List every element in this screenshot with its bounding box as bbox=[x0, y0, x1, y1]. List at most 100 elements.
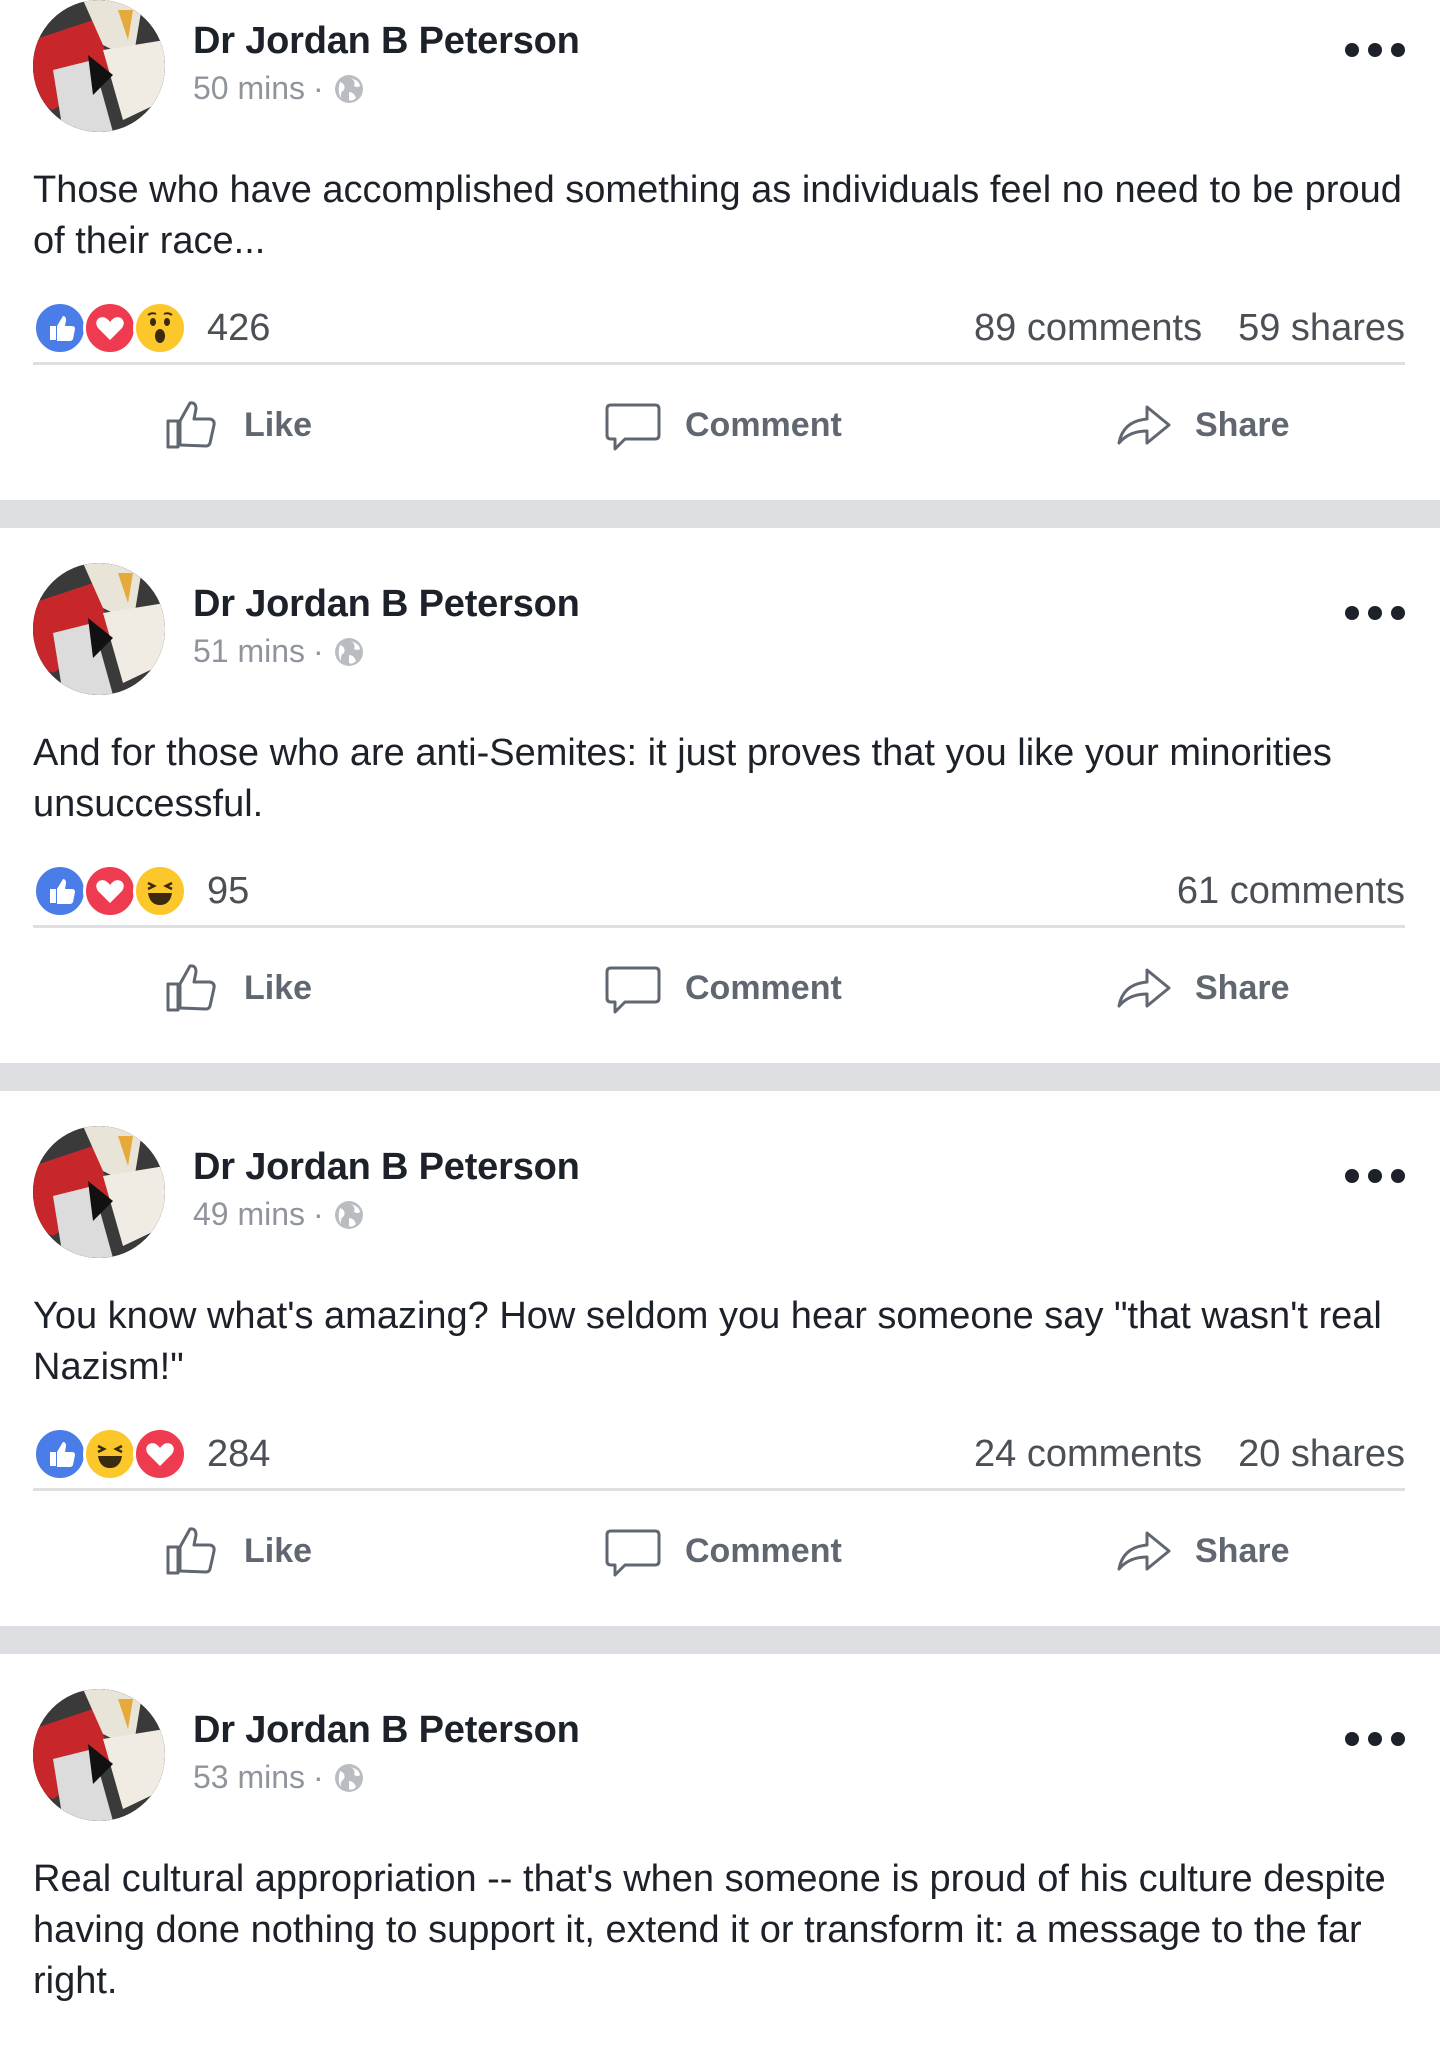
share-label: Share bbox=[1195, 968, 1290, 1007]
globe-icon bbox=[334, 637, 363, 666]
more-options-icon[interactable] bbox=[1345, 30, 1405, 70]
comments-count[interactable]: 24 comments bbox=[974, 1433, 1202, 1476]
post-text: And for those who are anti-Semites: it j… bbox=[33, 732, 1332, 825]
share-label: Share bbox=[1195, 1531, 1290, 1570]
author-name[interactable]: Dr Jordan B Peterson bbox=[193, 1709, 580, 1752]
globe-icon bbox=[334, 74, 363, 103]
post-separator bbox=[0, 1063, 1440, 1091]
comment-button[interactable]: Comment bbox=[603, 1496, 842, 1606]
post: Dr Jordan B Peterson 53 mins · Real cult… bbox=[0, 1654, 1440, 2047]
post-meta: 50 mins · bbox=[193, 70, 366, 107]
post-time[interactable]: 53 mins bbox=[193, 1759, 305, 1796]
avatar[interactable] bbox=[33, 1689, 165, 1821]
share-icon bbox=[1117, 968, 1171, 1008]
post-text: You know what's amazing? How seldom you … bbox=[33, 1295, 1382, 1388]
post-text: Those who have accomplished something as… bbox=[33, 169, 1402, 262]
post-header: Dr Jordan B Peterson 53 mins · bbox=[33, 1689, 1413, 1824]
thumbs-up-icon bbox=[166, 964, 216, 1012]
comment-icon bbox=[605, 1529, 661, 1577]
avatar-image bbox=[33, 0, 165, 132]
more-options-icon[interactable] bbox=[1345, 1156, 1405, 1196]
post-separator bbox=[0, 1626, 1440, 1654]
post: Dr Jordan B Peterson 50 mins · Those who… bbox=[0, 0, 1440, 500]
post-separator bbox=[0, 500, 1440, 528]
post: Dr Jordan B Peterson 49 mins · You know … bbox=[0, 1091, 1440, 1626]
meta-separator: · bbox=[313, 633, 324, 669]
comments-count[interactable]: 89 comments bbox=[974, 307, 1202, 350]
globe-icon bbox=[334, 1763, 363, 1792]
love-reaction-icon bbox=[133, 1427, 187, 1481]
post-stats: 426 89 comments 59 shares bbox=[33, 298, 1405, 365]
post-time[interactable]: 50 mins bbox=[193, 70, 305, 107]
like-reaction-icon bbox=[33, 301, 87, 355]
post-stats: 284 24 comments 20 shares bbox=[33, 1424, 1405, 1491]
share-label: Share bbox=[1195, 405, 1290, 444]
reactions-summary[interactable]: 426 bbox=[33, 298, 270, 358]
thumbs-up-icon bbox=[166, 1527, 216, 1575]
comment-label: Comment bbox=[685, 1531, 842, 1570]
share-button[interactable]: Share bbox=[1113, 933, 1290, 1043]
post-time[interactable]: 51 mins bbox=[193, 633, 305, 670]
avatar[interactable] bbox=[33, 0, 165, 132]
comments-count[interactable]: 61 comments bbox=[1177, 870, 1405, 913]
avatar[interactable] bbox=[33, 563, 165, 695]
love-reaction-icon bbox=[83, 301, 137, 355]
meta-separator: · bbox=[313, 1759, 324, 1795]
like-button[interactable]: Like bbox=[162, 1496, 312, 1606]
like-reaction-icon bbox=[33, 1427, 87, 1481]
engagement-counts: 89 comments 59 shares bbox=[974, 298, 1405, 358]
meta-separator: · bbox=[313, 1196, 324, 1232]
post: Dr Jordan B Peterson 51 mins · And for t… bbox=[0, 528, 1440, 1063]
action-bar: Like Comment Share bbox=[0, 370, 1440, 500]
like-button[interactable]: Like bbox=[162, 370, 312, 480]
share-icon bbox=[1117, 405, 1171, 445]
post-meta: 49 mins · bbox=[193, 1196, 366, 1233]
avatar[interactable] bbox=[33, 1126, 165, 1258]
like-label: Like bbox=[244, 1531, 313, 1570]
haha-reaction-icon bbox=[83, 1427, 137, 1481]
avatar-image bbox=[33, 1689, 165, 1821]
post-header: Dr Jordan B Peterson 49 mins · bbox=[33, 1126, 1413, 1261]
reaction-count: 95 bbox=[207, 869, 250, 912]
post-stats: 95 61 comments bbox=[33, 861, 1405, 928]
share-icon bbox=[1117, 1531, 1171, 1571]
share-button[interactable]: Share bbox=[1113, 370, 1290, 480]
like-reaction-icon bbox=[33, 864, 87, 918]
reaction-count: 426 bbox=[207, 306, 271, 349]
author-name[interactable]: Dr Jordan B Peterson bbox=[193, 1146, 580, 1189]
thumbs-up-icon bbox=[166, 401, 216, 449]
author-name[interactable]: Dr Jordan B Peterson bbox=[193, 583, 580, 626]
like-button[interactable]: Like bbox=[162, 933, 312, 1043]
like-label: Like bbox=[244, 405, 313, 444]
action-bar: Like Comment Share bbox=[0, 933, 1440, 1063]
love-reaction-icon bbox=[83, 864, 137, 918]
post-meta: 53 mins · bbox=[193, 1759, 366, 1796]
action-bar: Like Comment Share bbox=[0, 1496, 1440, 1626]
comment-label: Comment bbox=[685, 968, 842, 1007]
avatar-image bbox=[33, 1126, 165, 1258]
post-meta: 51 mins · bbox=[193, 633, 366, 670]
shares-count[interactable]: 20 shares bbox=[1238, 1433, 1405, 1476]
haha-reaction-icon bbox=[133, 864, 187, 918]
like-label: Like bbox=[244, 968, 313, 1007]
globe-icon bbox=[334, 1200, 363, 1229]
post-header: Dr Jordan B Peterson 51 mins · bbox=[33, 563, 1413, 698]
engagement-counts: 61 comments bbox=[1177, 861, 1405, 921]
comment-label: Comment bbox=[685, 405, 842, 444]
reactions-summary[interactable]: 284 bbox=[33, 1424, 270, 1484]
avatar-image bbox=[33, 563, 165, 695]
author-name[interactable]: Dr Jordan B Peterson bbox=[193, 20, 580, 63]
post-time[interactable]: 49 mins bbox=[193, 1196, 305, 1233]
news-feed: Dr Jordan B Peterson 50 mins · Those who… bbox=[0, 0, 1440, 2047]
comment-icon bbox=[605, 403, 661, 451]
comment-button[interactable]: Comment bbox=[603, 370, 842, 480]
comment-icon bbox=[605, 966, 661, 1014]
share-button[interactable]: Share bbox=[1113, 1496, 1290, 1606]
more-options-icon[interactable] bbox=[1345, 593, 1405, 633]
comment-button[interactable]: Comment bbox=[603, 933, 842, 1043]
shares-count[interactable]: 59 shares bbox=[1238, 307, 1405, 350]
reaction-count: 284 bbox=[207, 1432, 271, 1475]
more-options-icon[interactable] bbox=[1345, 1719, 1405, 1759]
reactions-summary[interactable]: 95 bbox=[33, 861, 249, 921]
meta-separator: · bbox=[313, 70, 324, 106]
